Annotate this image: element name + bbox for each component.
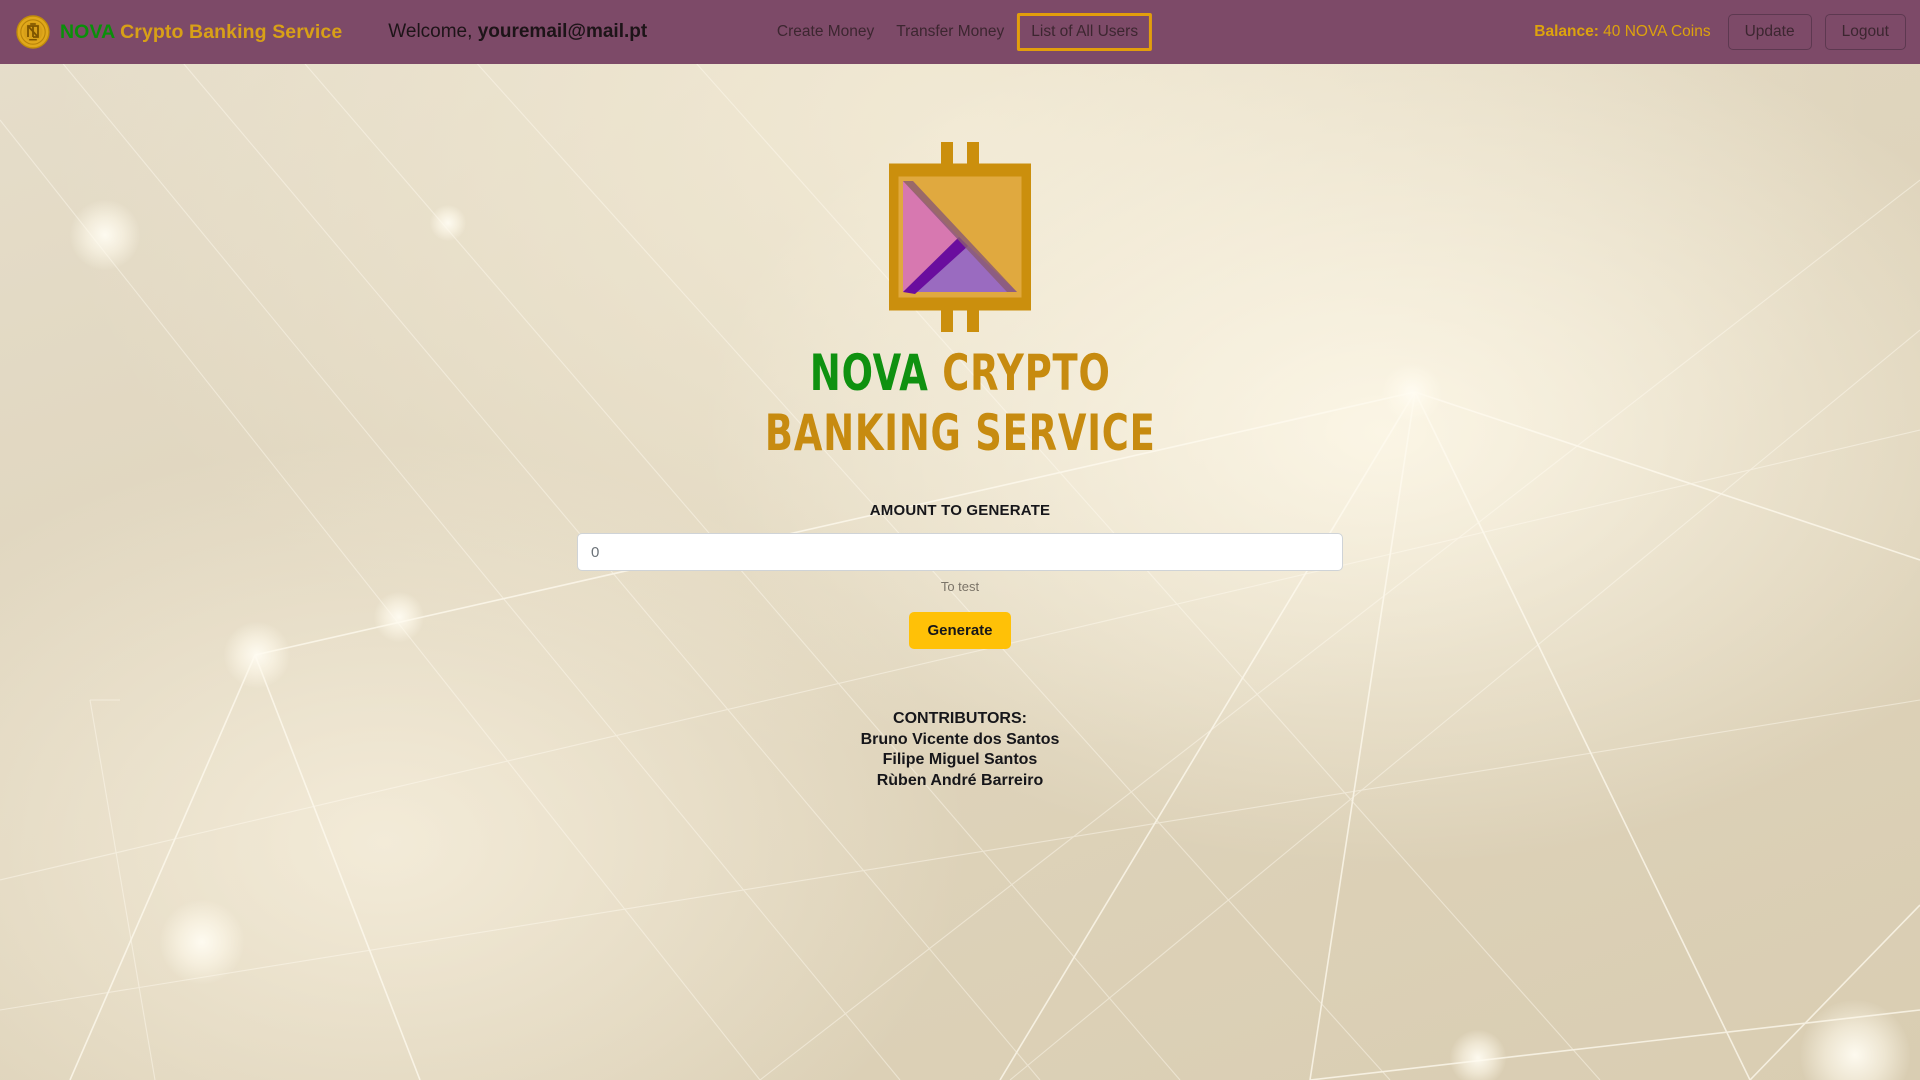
contributor-name: Rùben André Barreiro bbox=[876, 771, 1044, 789]
app-title-nova: NOVA bbox=[809, 344, 929, 402]
navbar-links: Create Money Transfer Money List of All … bbox=[768, 13, 1153, 51]
amount-input[interactable] bbox=[577, 533, 1343, 571]
welcome-prefix: Welcome, bbox=[388, 21, 478, 42]
app-title: NOVA CRYPTO BANKING SERVICE bbox=[765, 348, 1156, 458]
contributors-section: CONTRIBUTORS: Bruno Vicente dos Santos F… bbox=[861, 709, 1060, 791]
welcome-message: Welcome, youremail@mail.pt bbox=[388, 21, 647, 43]
brand-home-link[interactable]: NOVA Crypto Banking Service bbox=[16, 15, 342, 49]
page-root: NOVA Crypto Banking Service Welcome, you… bbox=[0, 0, 1920, 1080]
nav-link-transfer-money[interactable]: Transfer Money bbox=[887, 17, 1013, 47]
amount-help-text: To test bbox=[940, 579, 980, 594]
app-title-line2: BANKING SERVICE bbox=[764, 404, 1156, 462]
logout-button[interactable]: Logout bbox=[1824, 14, 1906, 50]
generate-button[interactable]: Generate bbox=[909, 612, 1011, 650]
app-title-crypto: CRYPTO bbox=[928, 344, 1111, 402]
nav-link-create-money[interactable]: Create Money bbox=[768, 17, 883, 47]
contributors-heading: CONTRIBUTORS: bbox=[861, 709, 1060, 729]
user-email: youremail@mail.pt bbox=[477, 21, 648, 42]
app-title-line1: NOVA CRYPTO bbox=[810, 344, 1111, 402]
navbar-right-group: Balance: 40 NOVA Coins Update Logout bbox=[1534, 14, 1906, 50]
contributors-heading-text: CONTRIBUTORS bbox=[893, 710, 1022, 728]
contributor-name: Filipe Miguel Santos bbox=[882, 751, 1038, 769]
balance-value: 40 NOVA Coins bbox=[1598, 22, 1711, 40]
update-button[interactable]: Update bbox=[1727, 14, 1812, 50]
main-content: NOVA CRYPTO BANKING SERVICE AMOUNT TO GE… bbox=[0, 64, 1920, 1080]
brand-title-nova: NOVA bbox=[60, 20, 115, 43]
nova-coin-icon bbox=[16, 15, 50, 49]
nav-link-list-of-all-users[interactable]: List of All Users bbox=[1017, 13, 1153, 51]
top-navbar: NOVA Crypto Banking Service Welcome, you… bbox=[0, 0, 1920, 64]
brand-title: NOVA Crypto Banking Service bbox=[60, 21, 342, 44]
nova-crypto-logo bbox=[889, 142, 1031, 332]
contributor-name: Bruno Vicente dos Santos bbox=[860, 730, 1060, 748]
balance-display: Balance: 40 NOVA Coins bbox=[1534, 23, 1710, 41]
contributors-heading-suffix: : bbox=[1021, 710, 1027, 728]
amount-to-generate-label: AMOUNT TO GENERATE bbox=[869, 502, 1051, 519]
balance-label: Balance: bbox=[1534, 22, 1599, 40]
brand-title-rest: Crypto Banking Service bbox=[114, 20, 343, 43]
